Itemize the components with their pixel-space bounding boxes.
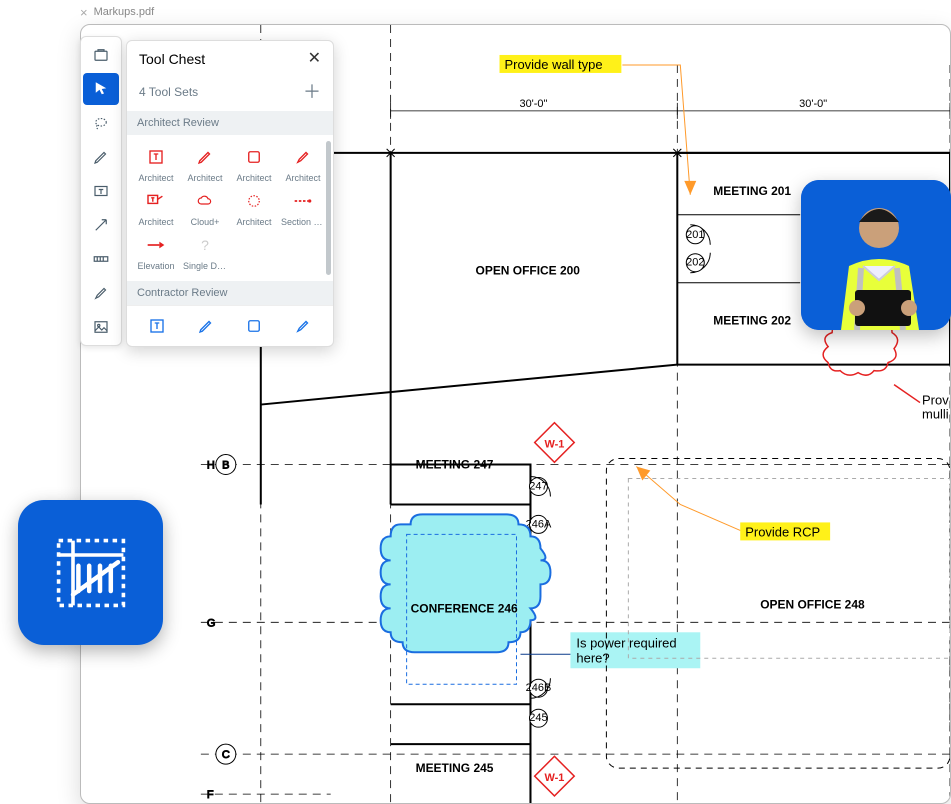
tc-item-callout[interactable]: Architect <box>135 189 177 227</box>
grid-f: F <box>207 789 214 801</box>
tool-chest-section-contractor[interactable]: Contractor Review <box>127 281 333 305</box>
app-logo <box>18 500 163 645</box>
svg-text:W-1: W-1 <box>545 439 565 451</box>
tc-item-text[interactable]: Architect <box>135 145 177 183</box>
callout-wall-type: Provide wall type <box>505 57 603 72</box>
room-meeting-245: MEETING 245 <box>416 761 494 775</box>
tool-textbox-icon[interactable] <box>83 175 119 207</box>
worker-photo <box>801 180 951 330</box>
tool-image-icon[interactable] <box>83 311 119 343</box>
tool-highlighter-icon[interactable] <box>83 277 119 309</box>
tool-toolchest-icon[interactable] <box>83 39 119 71</box>
footer-pen-icon[interactable] <box>194 314 218 338</box>
footer-highlight-icon[interactable] <box>291 314 315 338</box>
callout-mullions-l2: mulli <box>922 407 949 422</box>
tag-w1-upper: W-1 <box>535 423 575 463</box>
footer-text-icon[interactable] <box>145 314 169 338</box>
tool-chest-panel: Tool Chest ✕ 4 Tool Sets ＋ Architect Rev… <box>126 40 334 347</box>
tool-chest-footer <box>127 305 333 346</box>
callout-mullions-l1: Prov <box>922 393 949 408</box>
tab-bar: × Markups.pdf <box>80 0 154 24</box>
door-246b: 246B <box>526 682 552 694</box>
tool-chest-grid: Architect Architect Architect Architect … <box>127 135 333 281</box>
callout-rcp: Provide RCP <box>745 524 820 539</box>
tc-item-burst[interactable]: Architect <box>233 189 275 227</box>
tool-chest-add-icon[interactable]: ＋ <box>303 83 321 101</box>
tc-item-cloud[interactable]: Cloud+ <box>183 189 227 227</box>
dim-span2: 30'-0" <box>799 98 827 110</box>
left-toolbar <box>80 36 122 346</box>
room-open-248: OPEN OFFICE 248 <box>760 597 865 611</box>
tool-arrow-icon[interactable] <box>83 209 119 241</box>
callout-power-l2: here? <box>576 650 609 665</box>
tab-filename[interactable]: Markups.pdf <box>94 6 155 18</box>
tool-chest-title: Tool Chest <box>139 51 205 67</box>
tool-chest-section-architect[interactable]: Architect Review <box>127 111 333 135</box>
door-202: 202 <box>686 257 704 269</box>
door-245: 245 <box>529 712 547 724</box>
room-meeting-247: MEETING 247 <box>416 457 494 471</box>
tool-chest-close-icon[interactable]: ✕ <box>308 51 321 67</box>
svg-text:W-1: W-1 <box>545 772 565 784</box>
footer-rect-icon[interactable] <box>242 314 266 338</box>
tab-close-icon[interactable]: × <box>80 5 88 20</box>
tc-item-single-door[interactable]: ?Single Do... <box>183 233 227 271</box>
tc-item-rect[interactable]: Architect <box>233 145 275 183</box>
grid-c: C <box>222 749 230 761</box>
grid-h: H <box>207 459 215 471</box>
room-open-200: OPEN OFFICE 200 <box>476 264 581 278</box>
room-meeting-202: MEETING 202 <box>713 314 791 328</box>
tc-item-pen[interactable]: Architect <box>183 145 227 183</box>
room-meeting-201: MEETING 201 <box>713 184 791 198</box>
grid-b: B <box>222 459 229 471</box>
callout-power-l1: Is power required <box>576 635 676 650</box>
tool-pen-icon[interactable] <box>83 141 119 173</box>
tool-pointer-icon[interactable] <box>83 73 119 105</box>
tag-w1-lower: W-1 <box>535 756 575 796</box>
tool-lasso-icon[interactable] <box>83 107 119 139</box>
dim-span1: 30'-0" <box>519 98 547 110</box>
room-conference-246: CONFERENCE 246 <box>411 601 518 615</box>
tool-measure-icon[interactable] <box>83 243 119 275</box>
door-201: 201 <box>686 229 704 241</box>
grid-g: G <box>207 617 216 629</box>
tc-item-highlight[interactable]: Architect <box>281 145 325 183</box>
cloud-conference[interactable] <box>381 514 551 652</box>
tool-chest-scrollbar[interactable] <box>326 141 331 275</box>
door-247: 247 <box>529 480 547 492</box>
tc-item-elevation[interactable]: Elevation <box>135 233 177 271</box>
tool-chest-subtitle: 4 Tool Sets <box>139 85 198 99</box>
tc-item-section[interactable]: Section D... <box>281 189 325 227</box>
